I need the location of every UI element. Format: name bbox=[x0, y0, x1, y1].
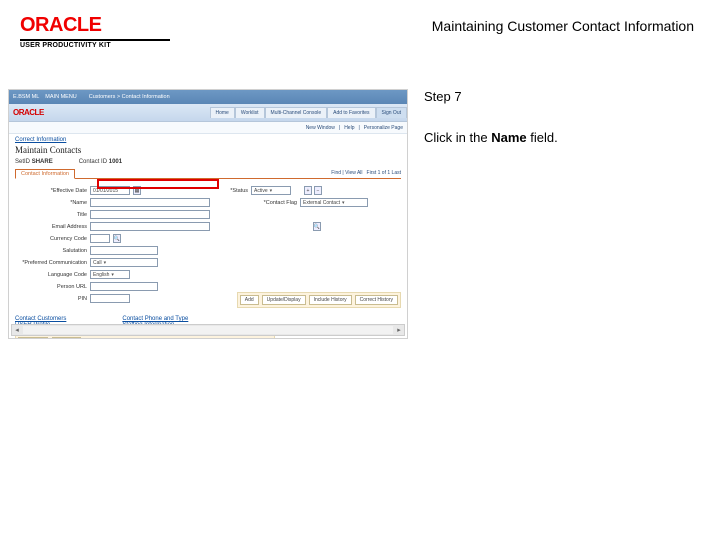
add-row-icon[interactable]: + bbox=[304, 186, 312, 195]
lang-label: Language Code bbox=[15, 272, 87, 278]
status-label: *Status bbox=[204, 188, 248, 194]
app-page-title: Maintain Contacts bbox=[15, 145, 401, 155]
action-toolbar: Add Update/Display Include History Corre… bbox=[237, 292, 401, 308]
nav-tab-console[interactable]: Multi-Channel Console bbox=[265, 107, 328, 118]
email-input[interactable] bbox=[90, 222, 210, 231]
ccode-label: Currency Code bbox=[15, 236, 87, 242]
scroll-left-icon[interactable]: ◂ bbox=[12, 326, 22, 334]
scroll-right-icon[interactable]: ▸ bbox=[394, 326, 404, 334]
brand-subtext: USER PRODUCTIVITY KIT bbox=[20, 39, 170, 49]
subnav-personalize[interactable]: Personalize Page bbox=[364, 125, 403, 131]
contact-flag-label: *Contact Flag bbox=[237, 200, 297, 206]
app-subnav: New Window | Help | Personalize Page bbox=[9, 122, 407, 134]
back-link[interactable]: Correct Information bbox=[15, 137, 66, 143]
pin-input[interactable] bbox=[90, 294, 130, 303]
app-topbar: E.BSM ML MAIN MENU Customers > Contact I… bbox=[9, 90, 407, 104]
pin-label: PIN bbox=[15, 296, 87, 302]
nav-tab-worklist[interactable]: Worklist bbox=[235, 107, 265, 118]
lookup-icon[interactable]: 🔍 bbox=[313, 222, 321, 231]
app-navrow: ORACLE Home Worklist Multi-Channel Conso… bbox=[9, 104, 407, 122]
app-logo: ORACLE bbox=[13, 108, 44, 117]
status-select[interactable]: Active bbox=[251, 186, 291, 195]
eff-date-label: *Effective Date bbox=[15, 188, 87, 194]
save-button[interactable]: 💾 Save bbox=[18, 337, 48, 339]
date-picker-icon[interactable]: ▦ bbox=[133, 186, 141, 195]
correct-history-button[interactable]: Correct History bbox=[355, 295, 398, 305]
title-label: Title bbox=[15, 212, 87, 218]
step-title: Step 7 bbox=[424, 89, 700, 104]
brand-logo: ORACLE USER PRODUCTIVITY KIT bbox=[20, 14, 170, 49]
del-row-icon[interactable]: − bbox=[314, 186, 322, 195]
add-button[interactable]: Add bbox=[240, 295, 259, 305]
name-label: *Name bbox=[15, 200, 87, 206]
id-row: SetID SHARE Contact ID 1001 bbox=[15, 159, 401, 165]
name-input[interactable] bbox=[90, 198, 210, 207]
page-title: Maintaining Customer Contact Information bbox=[170, 14, 700, 34]
update-button[interactable]: Update/Display bbox=[262, 295, 306, 305]
brand-text: ORACLE bbox=[20, 14, 170, 37]
notify-button[interactable]: ✉ Notify bbox=[52, 337, 81, 339]
subnav-newwin[interactable]: New Window bbox=[306, 125, 335, 131]
app-screenshot: E.BSM ML MAIN MENU Customers > Contact I… bbox=[8, 89, 408, 339]
pref-label: *Preferred Communication bbox=[15, 260, 87, 266]
nav-tab-home[interactable]: Home bbox=[210, 107, 235, 118]
h-scrollbar[interactable]: ◂ ▸ bbox=[11, 324, 405, 336]
eff-date-input[interactable]: 01/01/2015 bbox=[90, 186, 130, 195]
contact-flag-select[interactable]: External Contact bbox=[300, 198, 368, 207]
url-input[interactable] bbox=[90, 282, 158, 291]
sal-input[interactable] bbox=[90, 246, 158, 255]
email-label: Email Address bbox=[15, 224, 87, 230]
nav-tab-fav[interactable]: Add to Favorites bbox=[327, 107, 375, 118]
url-label: Person URL bbox=[15, 284, 87, 290]
lang-select[interactable]: English bbox=[90, 270, 130, 279]
pager-find[interactable]: Find | View All bbox=[331, 170, 362, 176]
step-body: Click in the Name field. bbox=[424, 130, 700, 145]
sal-label: Salutation bbox=[15, 248, 87, 254]
pref-select[interactable]: Call bbox=[90, 258, 158, 267]
ccode-lookup-icon[interactable]: 🔍 bbox=[113, 234, 121, 243]
title-input[interactable] bbox=[90, 210, 210, 219]
subnav-help[interactable]: Help bbox=[344, 125, 354, 131]
ccode-input[interactable] bbox=[90, 234, 110, 243]
include-history-button[interactable]: Include History bbox=[309, 295, 352, 305]
tab-contact-info[interactable]: Contact Information bbox=[15, 169, 75, 179]
nav-tab-signout[interactable]: Sign Out bbox=[376, 107, 407, 118]
pager-pages: First 1 of 1 Last bbox=[367, 170, 401, 176]
